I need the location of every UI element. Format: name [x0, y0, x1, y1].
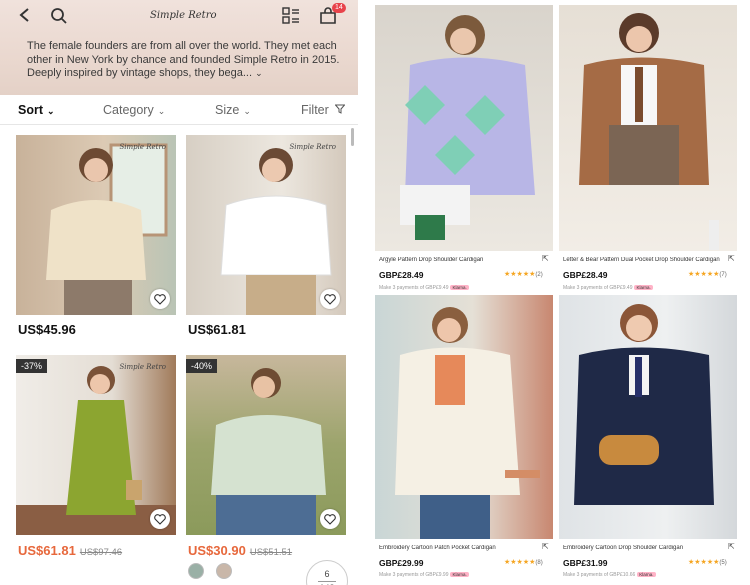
klarna-badge: Klarna. [450, 285, 469, 290]
product-price: GBP£29.99 [379, 558, 424, 568]
rating-count: (8) [535, 560, 543, 566]
page-indicator: 6148 [306, 560, 348, 585]
category-dropdown[interactable]: Category ⌄ [103, 103, 165, 117]
product-image[interactable]: -37% Simple Retro [16, 355, 176, 535]
funnel-icon [334, 104, 346, 114]
filter-bar: Sort ⌄ Category ⌄ Size ⌄ Filter [0, 95, 358, 125]
rating-count: (7) [719, 272, 727, 278]
rating-stars: ★★★★★(7) [688, 271, 727, 278]
model-photo [16, 366, 176, 535]
product-image[interactable] [375, 295, 553, 539]
store-header: Simple Retro 14 The female founders are … [0, 0, 358, 95]
category-label: Category [103, 103, 154, 117]
model-photo [400, 15, 535, 240]
rating-stars: ★★★★★(5) [688, 559, 727, 566]
share-icon[interactable]: ⇱ [542, 542, 549, 551]
product-price: GBP£28.49 [563, 270, 608, 280]
klarna-badge: Klarna. [634, 285, 653, 290]
original-price: US$51.51 [249, 547, 293, 558]
rating-stars: ★★★★★(2) [504, 271, 543, 278]
chevron-down-icon: ⌄ [243, 106, 251, 116]
filter-button[interactable]: Filter [301, 103, 346, 117]
discount-badge: -40% [186, 359, 218, 373]
filter-label: Filter [301, 103, 329, 117]
brand-watermark: Simple Retro [289, 143, 336, 151]
klarna-badge: Klarna. [637, 572, 656, 577]
back-arrow-icon[interactable] [18, 7, 40, 27]
product-price: GBP£31.99 [563, 558, 608, 568]
divider [358, 0, 370, 585]
wishlist-heart-icon[interactable] [150, 289, 170, 309]
product-image[interactable] [375, 5, 553, 251]
product-image[interactable] [559, 295, 737, 539]
product-image[interactable]: -40% [186, 355, 346, 535]
store-description-text: The female founders are from all over th… [27, 40, 340, 79]
sort-label: Sort [18, 103, 43, 117]
grid-view-icon[interactable] [282, 7, 304, 27]
model-photo [395, 307, 540, 539]
installment-text: Make 3 payments of GBP£9.99 [379, 572, 449, 578]
product-price: US$61.81 US$97.46 [18, 543, 122, 558]
model-photo [211, 368, 326, 535]
product-price: US$45.96 [18, 322, 76, 337]
chevron-down-icon: ⌄ [157, 106, 166, 116]
installment-text: Make 3 payments of GBP£10.66 [563, 572, 636, 578]
search-icon[interactable] [50, 7, 72, 27]
brand-watermark: Simple Retro [119, 143, 166, 151]
discount-badge: -37% [16, 359, 48, 373]
brand-watermark: Simple Retro [119, 363, 166, 371]
shop-screen: Simple Retro 14 The female founders are … [0, 0, 358, 585]
expand-chevron-icon[interactable]: ⌄ [255, 68, 263, 78]
klarna-badge: Klarna. [450, 572, 469, 577]
sort-dropdown[interactable]: Sort ⌄ [18, 103, 55, 117]
product-grid-panel: Argyle Pattern Drop Shoulder Cardigan ⇱ … [370, 0, 750, 585]
share-icon[interactable]: ⇱ [728, 542, 735, 551]
color-swatch[interactable] [216, 563, 232, 579]
model-photo [46, 143, 168, 315]
scrollbar[interactable] [351, 128, 354, 146]
installment-info: Make 3 payments of GBP£9.99 Klarna. [379, 572, 469, 578]
installment-info: Make 3 payments of GBP£9.49 Klarna. [563, 285, 653, 291]
store-description[interactable]: The female founders are from all over th… [27, 40, 345, 81]
product-image[interactable] [559, 5, 737, 251]
installment-info: Make 3 payments of GBP£9.49 Klarna. [379, 285, 469, 291]
wishlist-heart-icon[interactable] [320, 509, 340, 529]
model-photo [220, 148, 332, 315]
product-name[interactable]: Embroidery Cartoon Drop Shoulder Cardiga… [563, 545, 739, 551]
product-price: GBP£28.49 [379, 270, 424, 280]
product-image[interactable]: Simple Retro [16, 135, 176, 315]
rating-count: (5) [719, 560, 727, 566]
sale-price: US$30.90 [188, 543, 246, 558]
original-price: US$97.46 [79, 547, 123, 558]
chevron-down-icon: ⌄ [47, 106, 55, 116]
installment-info: Make 3 payments of GBP£10.66 Klarna. [563, 572, 656, 578]
product-name[interactable]: Embroidery Cartoon Patch Pocket Cardigan [379, 545, 555, 551]
color-swatch[interactable] [188, 563, 204, 579]
wishlist-heart-icon[interactable] [150, 509, 170, 529]
size-label: Size [215, 103, 240, 117]
product-name[interactable]: Argyle Pattern Drop Shoulder Cardigan [379, 257, 555, 263]
product-image[interactable]: Simple Retro [186, 135, 346, 315]
page-current: 6 [324, 569, 330, 579]
store-logo: Simple Retro [150, 10, 217, 21]
product-price: US$61.81 [188, 322, 246, 337]
sale-price: US$61.81 [18, 543, 76, 558]
share-icon[interactable]: ⇱ [728, 254, 735, 263]
model-photo [579, 13, 719, 250]
installment-text: Make 3 payments of GBP£9.49 [379, 285, 449, 291]
share-icon[interactable]: ⇱ [542, 254, 549, 263]
rating-stars: ★★★★★(8) [504, 559, 543, 566]
wishlist-heart-icon[interactable] [320, 289, 340, 309]
product-name[interactable]: Letter & Bear Pattern Dual Pocket Drop S… [563, 257, 739, 263]
product-price: US$30.90 US$51.51 [188, 543, 292, 558]
cart-count-badge: 14 [332, 3, 346, 13]
rating-count: (2) [535, 272, 543, 278]
size-dropdown[interactable]: Size ⌄ [215, 103, 251, 117]
model-photo [574, 304, 714, 505]
installment-text: Make 3 payments of GBP£9.49 [563, 285, 633, 291]
